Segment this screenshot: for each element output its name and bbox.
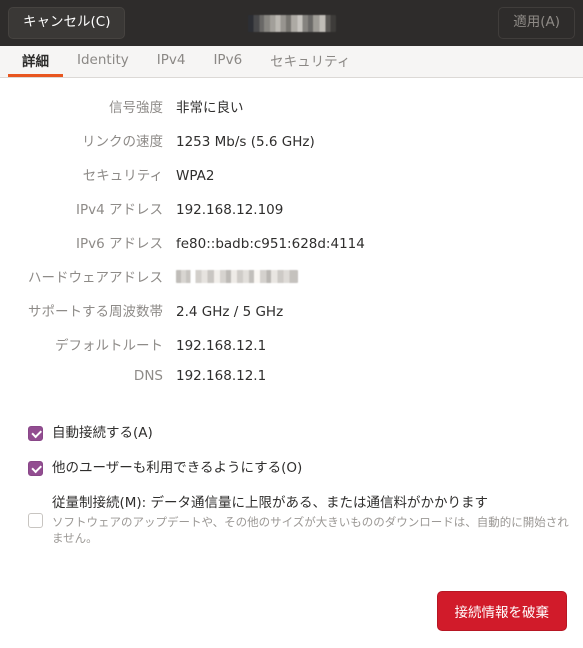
detail-label: サポートする周波数帯 — [28, 304, 163, 320]
detail-row-hardware-address: ハードウェアアドレス — [0, 266, 583, 300]
metered-description: ソフトウェアのアップデートや、その他のサイズが大きいもののダウンロードは、自動的… — [52, 515, 569, 545]
detail-label: セキュリティ — [82, 168, 163, 184]
cancel-button[interactable]: キャンセル(C) — [8, 7, 126, 39]
tab-identity[interactable]: Identity — [63, 46, 143, 77]
tab-ipv4[interactable]: IPv4 — [143, 46, 200, 77]
detail-value: 192.168.12.1 — [176, 368, 267, 384]
autoconnect-label: 自動接続する(A) — [52, 425, 153, 441]
detail-row-link-speed: リンクの速度 1253 Mb/s (5.6 GHz) — [0, 130, 583, 164]
detail-row-default-route: デフォルトルート 192.168.12.1 — [0, 334, 583, 368]
detail-value: 192.168.12.109 — [176, 202, 284, 218]
detail-label: IPv4 アドレス — [76, 202, 163, 218]
metered-checkbox[interactable] — [28, 513, 43, 528]
detail-value: 192.168.12.1 — [176, 338, 267, 354]
detail-value: 非常に良い — [176, 100, 244, 116]
detail-value: WPA2 — [176, 168, 215, 184]
tab-details[interactable]: 詳細 — [8, 46, 63, 77]
detail-value: 2.4 GHz / 5 GHz — [176, 304, 284, 320]
autoconnect-row[interactable]: 自動接続する(A) — [28, 424, 583, 442]
allusers-row[interactable]: 他のユーザーも利用できるようにする(O) — [28, 459, 583, 477]
metered-label: 従量制接続(M): データ通信量に上限がある、または通信料がかかります — [52, 495, 489, 511]
detail-label: ハードウェアアドレス — [28, 270, 163, 286]
metered-row[interactable]: 従量制接続(M): データ通信量に上限がある、または通信料がかかります ソフトウ… — [28, 494, 583, 546]
titlebar: キャンセル(C) 適用(A) — [0, 0, 583, 46]
redacted-mac-address — [176, 270, 298, 283]
tab-bar: 詳細 Identity IPv4 IPv6 セキュリティ — [0, 46, 583, 78]
detail-rows: 信号強度 非常に良い リンクの速度 1253 Mb/s (5.6 GHz) セキ… — [0, 96, 583, 402]
detail-row-supported-frequencies: サポートする周波数帯 2.4 GHz / 5 GHz — [0, 300, 583, 334]
tab-ipv6[interactable]: IPv6 — [199, 46, 256, 77]
detail-label: デフォルトルート — [55, 338, 163, 354]
forget-connection-button[interactable]: 接続情報を破棄 — [436, 591, 567, 631]
detail-row-signal-strength: 信号強度 非常に良い — [0, 96, 583, 130]
allusers-checkbox[interactable] — [28, 461, 43, 476]
detail-row-security: セキュリティ WPA2 — [0, 164, 583, 198]
redacted-ssid-title — [247, 14, 336, 32]
detail-label: 信号強度 — [109, 100, 163, 116]
detail-value: 1253 Mb/s (5.6 GHz) — [176, 134, 315, 150]
metered-text: 従量制接続(M): データ通信量に上限がある、または通信料がかかります ソフトウ… — [52, 494, 574, 546]
detail-label: リンクの速度 — [82, 134, 163, 150]
apply-button[interactable]: 適用(A) — [498, 7, 575, 39]
detail-row-ipv4-address: IPv4 アドレス 192.168.12.109 — [0, 198, 583, 232]
detail-value: fe80::badb:c951:628d:4114 — [176, 236, 365, 252]
detail-value — [176, 269, 298, 286]
detail-label: IPv6 アドレス — [76, 236, 163, 252]
allusers-label: 他のユーザーも利用できるようにする(O) — [52, 460, 303, 476]
detail-row-dns: DNS 192.168.12.1 — [0, 368, 583, 402]
options-group: 自動接続する(A) 他のユーザーも利用できるようにする(O) 従量制接続(M):… — [0, 424, 583, 546]
footer-actions: 接続情報を破棄 — [436, 591, 567, 631]
details-panel: 信号強度 非常に良い リンクの速度 1253 Mb/s (5.6 GHz) セキ… — [0, 78, 583, 647]
tab-security[interactable]: セキュリティ — [256, 46, 364, 77]
detail-row-ipv6-address: IPv6 アドレス fe80::badb:c951:628d:4114 — [0, 232, 583, 266]
autoconnect-checkbox[interactable] — [28, 426, 43, 441]
detail-label: DNS — [133, 368, 163, 384]
